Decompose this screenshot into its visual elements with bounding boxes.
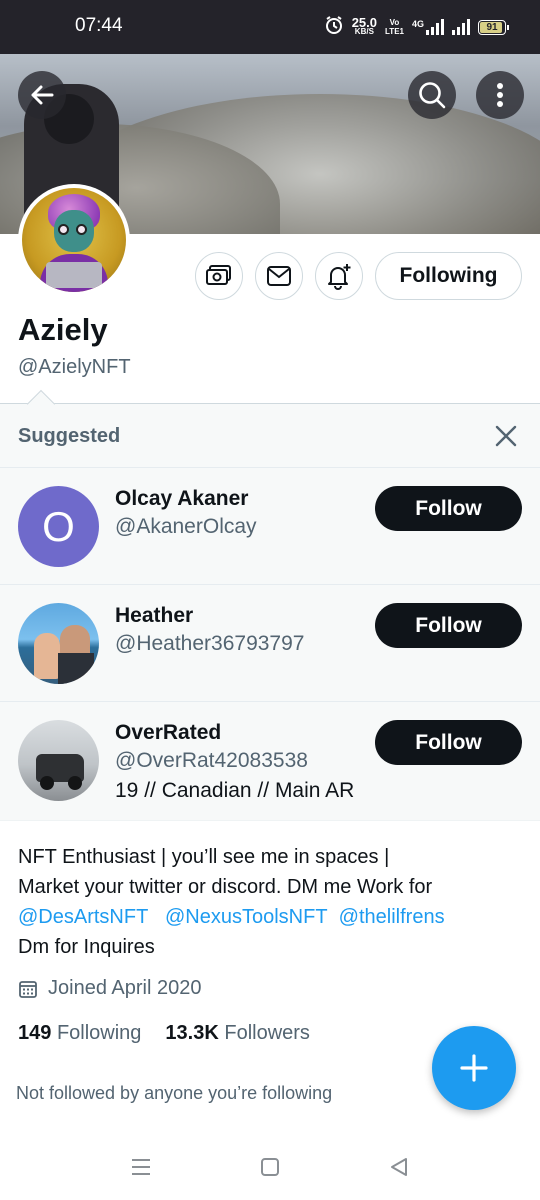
bio-line: Market your twitter or discord. DM me Wo…	[18, 876, 433, 898]
alarm-icon	[324, 15, 344, 40]
net-speed-value: 25.0	[351, 15, 378, 30]
follow-stats: 149 Following 13.3K Followers	[18, 1022, 310, 1045]
volte-top: Vo	[389, 18, 400, 27]
mention-link[interactable]: @NexusToolsNFT	[165, 906, 328, 928]
signal-4g: 4G	[412, 19, 444, 35]
message-icon	[267, 266, 291, 286]
nav-menu-button[interactable]	[126, 1152, 156, 1182]
volte-bottom: LTE1	[385, 27, 404, 36]
bio-line: NFT Enthusiast | you’ll see me in spaces…	[18, 846, 390, 868]
system-nav-bar	[0, 1136, 540, 1200]
following-stat[interactable]: 149 Following	[18, 1022, 141, 1045]
suggested-user-row[interactable]: O Olcay Akaner @AkanerOlcay Follow	[0, 468, 540, 585]
followers-label: Followers	[224, 1022, 310, 1044]
signal-bars-1-icon	[426, 19, 444, 35]
avatar[interactable]: O	[18, 486, 99, 567]
network-type: 4G	[411, 19, 424, 29]
suggested-header: Suggested	[0, 404, 540, 468]
suggested-user-name: Olcay Akaner	[115, 487, 249, 510]
suggested-user-handle: @Heather36793797	[115, 632, 305, 655]
joined-date: Joined April 2020	[18, 977, 201, 1000]
compose-button[interactable]	[432, 1026, 516, 1110]
profile-handle: @AzielyNFT	[18, 356, 131, 378]
more-button[interactable]	[476, 71, 524, 119]
status-bar: 07:44 25.0 KB/S Vo LTE1 4G 91	[0, 0, 540, 54]
bio-line: Dm for Inquires	[18, 936, 155, 958]
message-button[interactable]	[255, 252, 303, 300]
profile-avatar[interactable]	[18, 184, 130, 296]
status-time: 07:44	[75, 15, 123, 36]
status-icons: 25.0 KB/S Vo LTE1 4G 91	[324, 12, 509, 42]
net-speed: 25.0 KB/S	[351, 15, 378, 36]
plus-icon	[460, 1054, 488, 1082]
suggested-user-name: Heather	[115, 604, 194, 627]
mention-link[interactable]: @thelilfrens	[339, 906, 445, 928]
bio-mentions: @DesArtsNFT @NexusToolsNFT @thelilfrens	[18, 902, 518, 932]
back-button[interactable]	[18, 71, 66, 119]
net-speed-unit: KB/S	[354, 27, 374, 36]
suggested-panel: Suggested O Olcay Akaner @AkanerOlcay Fo…	[0, 389, 540, 821]
joined-text: Joined April 2020	[48, 977, 202, 999]
followers-count: 13.3K	[165, 1022, 219, 1044]
suggested-user-handle: @AkanerOlcay	[115, 515, 257, 538]
follow-button[interactable]: Follow	[375, 720, 522, 765]
suggested-user-bio: 19 // Canadian // Main AR	[115, 779, 355, 802]
follow-button[interactable]: Follow	[375, 486, 522, 531]
avatar[interactable]	[18, 720, 99, 801]
notifications-button[interactable]	[315, 252, 363, 300]
notification-bell-icon	[328, 264, 351, 290]
avatar[interactable]	[18, 603, 99, 684]
more-vertical-icon	[497, 83, 503, 107]
signal-bars-2-icon	[452, 19, 470, 35]
suggested-user-handle: @OverRat42083538	[115, 749, 308, 772]
suggested-user-name: OverRated	[115, 721, 222, 744]
display-name: Aziely	[18, 312, 108, 347]
arrow-left-icon	[31, 85, 54, 105]
followers-stat[interactable]: 13.3K Followers	[165, 1022, 310, 1045]
volte-indicator: Vo LTE1	[385, 18, 404, 36]
suggested-close-button[interactable]	[490, 420, 522, 452]
mention-link[interactable]: @DesArtsNFT	[18, 906, 148, 928]
battery-level: 91	[486, 21, 498, 33]
search-button[interactable]	[408, 71, 456, 119]
follow-button[interactable]: Follow	[375, 603, 522, 648]
not-followed-text: Not followed by anyone you’re following	[16, 1083, 333, 1103]
nav-back-button[interactable]	[384, 1152, 414, 1182]
tip-button[interactable]	[195, 252, 243, 300]
battery-icon: 91	[478, 19, 509, 35]
square-icon	[261, 1158, 279, 1176]
following-button[interactable]: Following	[375, 252, 522, 300]
following-label: Following	[56, 1022, 142, 1044]
menu-icon	[132, 1159, 150, 1175]
close-icon	[495, 425, 517, 447]
nav-home-button[interactable]	[255, 1152, 285, 1182]
tip-jar-icon	[206, 265, 231, 285]
following-count: 149	[18, 1022, 52, 1044]
triangle-back-icon	[391, 1158, 407, 1176]
calendar-icon	[19, 980, 37, 998]
suggested-user-row[interactable]: Heather @Heather36793797 Follow	[0, 585, 540, 702]
profile-bio: NFT Enthusiast | you’ll see me in spaces…	[18, 842, 518, 962]
search-icon	[419, 82, 446, 109]
suggested-user-row[interactable]: OverRated @OverRat42083538 19 // Canadia…	[0, 702, 540, 819]
suggested-title: Suggested	[18, 425, 121, 447]
